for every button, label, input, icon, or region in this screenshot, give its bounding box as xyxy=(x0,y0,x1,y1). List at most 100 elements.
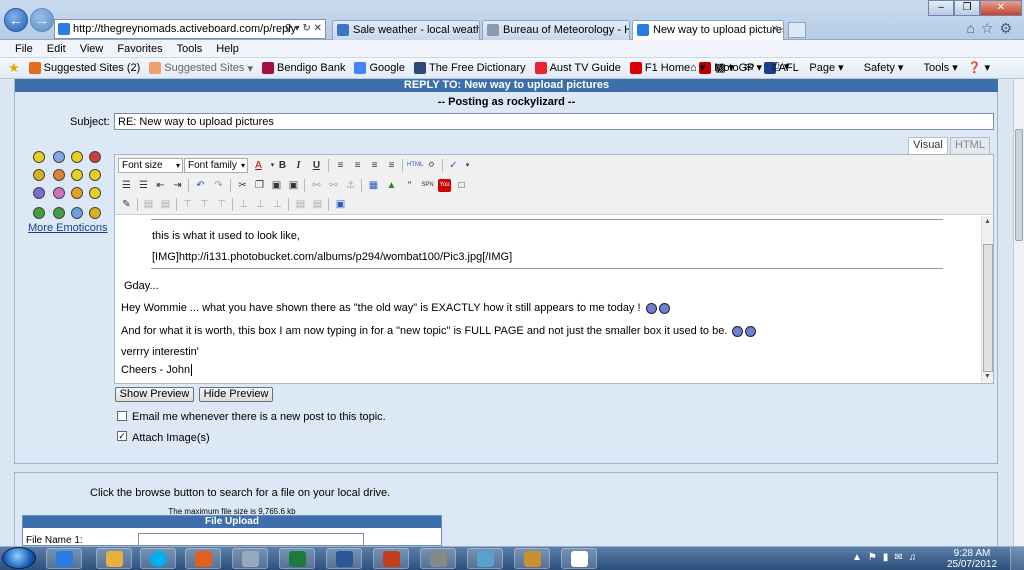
taskbar-ie-icon[interactable] xyxy=(46,548,82,569)
print-icon[interactable]: ⎙ ▾ xyxy=(772,60,789,74)
feeds-icon[interactable]: ▩ ▾ xyxy=(715,61,734,74)
page-scrollbar[interactable] xyxy=(1013,79,1024,546)
menu-file[interactable]: File xyxy=(8,40,40,57)
delete-row-icon[interactable]: ⊤ xyxy=(215,198,228,211)
tools-menu[interactable]: Tools ▾ xyxy=(913,61,957,74)
quote-icon[interactable]: “ xyxy=(403,179,416,192)
show-preview-button[interactable]: Show Preview xyxy=(115,387,194,402)
help-icon[interactable]: ❓ ▾ xyxy=(968,61,990,74)
scroll-down-icon[interactable]: ▼ xyxy=(984,373,991,380)
outdent-icon[interactable]: ⇤ xyxy=(154,179,167,192)
unlink-icon[interactable]: ⚯ xyxy=(327,179,340,192)
file-name-input[interactable] xyxy=(138,533,364,546)
system-tray-icons[interactable]: ▲⚑▮✉♫ xyxy=(852,552,922,563)
align-justify-icon[interactable]: ≡ xyxy=(385,159,398,172)
insert-col-after-icon[interactable]: ⊥ xyxy=(254,198,267,211)
address-actions-icon[interactable]: ⚲ ▾ ↻ ✕ xyxy=(285,20,322,38)
menu-tools[interactable]: Tools xyxy=(170,40,210,57)
mail-icon[interactable]: ✉ ▾ xyxy=(744,61,762,74)
menu-help[interactable]: Help xyxy=(209,40,246,57)
emoticon-angry-icon[interactable] xyxy=(89,151,101,163)
image-icon[interactable]: ▲ xyxy=(385,179,398,192)
close-tab-icon[interactable]: ✕ xyxy=(771,21,779,39)
taskbar-powerpoint-icon[interactable] xyxy=(373,548,409,569)
forward-button[interactable]: → xyxy=(30,8,54,32)
taskbar-explorer-icon[interactable] xyxy=(96,548,132,569)
paste-word-icon[interactable]: ▣ xyxy=(287,179,300,192)
editor-scrollbar[interactable]: ▲ ▼ xyxy=(981,216,993,383)
table-row-props-icon[interactable]: ▤ xyxy=(142,198,155,211)
redo-icon[interactable]: ↷ xyxy=(212,179,225,192)
cut-icon[interactable]: ✂ xyxy=(236,179,249,192)
taskbar-excel-icon[interactable] xyxy=(279,548,315,569)
align-center-icon[interactable]: ≡ xyxy=(351,159,364,172)
start-button-icon[interactable] xyxy=(2,547,36,569)
scroll-up-icon[interactable]: ▲ xyxy=(984,218,991,225)
table-icon[interactable]: ▦ xyxy=(367,179,380,192)
fullscreen-icon[interactable]: □ xyxy=(455,179,468,192)
indent-icon[interactable]: ⇥ xyxy=(171,179,184,192)
numbered-list-icon[interactable]: ☰ xyxy=(137,179,150,192)
emoticon-cool-icon[interactable] xyxy=(33,169,45,181)
page-scroll-thumb[interactable] xyxy=(1015,129,1023,241)
fav-suggested-sites[interactable]: Suggested Sites ▾ xyxy=(149,62,253,75)
taskbar-solitaire-icon[interactable] xyxy=(561,548,597,569)
taskbar-clock[interactable]: 9:28 AM 25/07/2012 xyxy=(944,548,1000,570)
insert-row-before-icon[interactable]: ⊤ xyxy=(181,198,194,211)
more-emoticons-link[interactable]: More Emoticons xyxy=(28,222,107,234)
link-icon[interactable]: ⚯ xyxy=(310,179,323,192)
fav-suggested-sites-2[interactable]: Suggested Sites (2) xyxy=(28,62,140,74)
italic-icon[interactable]: I xyxy=(292,159,305,172)
close-window-icon[interactable]: ✕ xyxy=(980,0,1022,16)
tab-html[interactable]: HTML xyxy=(950,137,990,154)
insert-row-after-icon[interactable]: ⊤ xyxy=(198,198,211,211)
fav-free-dictionary[interactable]: The Free Dictionary xyxy=(413,62,526,74)
menu-favorites[interactable]: Favorites xyxy=(110,40,169,57)
emoticon-neutral-icon[interactable] xyxy=(89,207,101,219)
taskbar-skype-icon[interactable] xyxy=(140,548,176,569)
media-icon[interactable]: SPN xyxy=(421,179,434,192)
cleanup-icon[interactable]: ⚪ xyxy=(425,159,438,172)
font-family-select[interactable]: Font family ▾ xyxy=(184,158,248,173)
fav-bendigo-bank[interactable]: Bendigo Bank xyxy=(261,62,345,74)
fav-google[interactable]: Google xyxy=(354,62,405,74)
text-color-icon[interactable]: A xyxy=(252,159,265,172)
tab-sale-weather[interactable]: Sale weather - local weather fo... xyxy=(332,20,480,40)
email-notify-checkbox[interactable] xyxy=(117,411,127,421)
new-tab-button[interactable] xyxy=(788,22,806,38)
emoticon-wink-icon[interactable] xyxy=(89,169,101,181)
font-size-select[interactable]: Font size ▾ xyxy=(118,158,183,173)
emoticon-sad-icon[interactable] xyxy=(53,151,65,163)
emoticon-confused-icon[interactable] xyxy=(33,187,45,199)
editor-scroll-thumb[interactable] xyxy=(983,244,993,372)
emoticon-tongue-icon[interactable] xyxy=(53,187,65,199)
table-cell-props-icon[interactable]: ▤ xyxy=(159,198,172,211)
emoticon-blush-icon[interactable] xyxy=(71,187,83,199)
align-left-icon[interactable]: ≡ xyxy=(334,159,347,172)
delete-col-icon[interactable]: ⊥ xyxy=(271,198,284,211)
show-desktop-button[interactable] xyxy=(1010,547,1024,570)
align-right-icon[interactable]: ≡ xyxy=(368,159,381,172)
menu-view[interactable]: View xyxy=(73,40,111,57)
emoticon-sick-icon[interactable] xyxy=(33,207,45,219)
taskbar-app-icon[interactable] xyxy=(185,548,221,569)
spellcheck-dropdown-icon[interactable]: ▾ xyxy=(461,159,474,172)
editor-content[interactable]: this is what it used to look like, [IMG]… xyxy=(115,216,981,383)
taskbar-app2-icon[interactable] xyxy=(232,548,268,569)
merge-cells-icon[interactable]: ▤ xyxy=(311,198,324,211)
bold-icon[interactable]: B xyxy=(276,159,289,172)
emoticon-shy-icon[interactable] xyxy=(71,207,83,219)
subject-input[interactable] xyxy=(114,113,994,130)
edit-css-icon[interactable]: ✎ xyxy=(120,198,133,211)
taskbar-app3-icon[interactable] xyxy=(420,548,456,569)
home-icon[interactable]: ⌂ ▾ xyxy=(690,61,705,74)
spellcheck-icon[interactable]: ✓ xyxy=(447,159,460,172)
safety-menu[interactable]: Safety ▾ xyxy=(854,61,904,74)
tab-bureau-meteorology[interactable]: Bureau of Meteorology - Hom... xyxy=(482,20,630,40)
fav-aust-tv-guide[interactable]: Aust TV Guide xyxy=(534,62,621,74)
emoticon-happy-icon[interactable] xyxy=(89,187,101,199)
tab-visual[interactable]: Visual xyxy=(908,137,948,154)
page-menu[interactable]: Page ▾ xyxy=(799,61,843,74)
attach-images-checkbox[interactable]: ✓ xyxy=(117,431,127,441)
back-button[interactable]: ← xyxy=(4,8,28,32)
